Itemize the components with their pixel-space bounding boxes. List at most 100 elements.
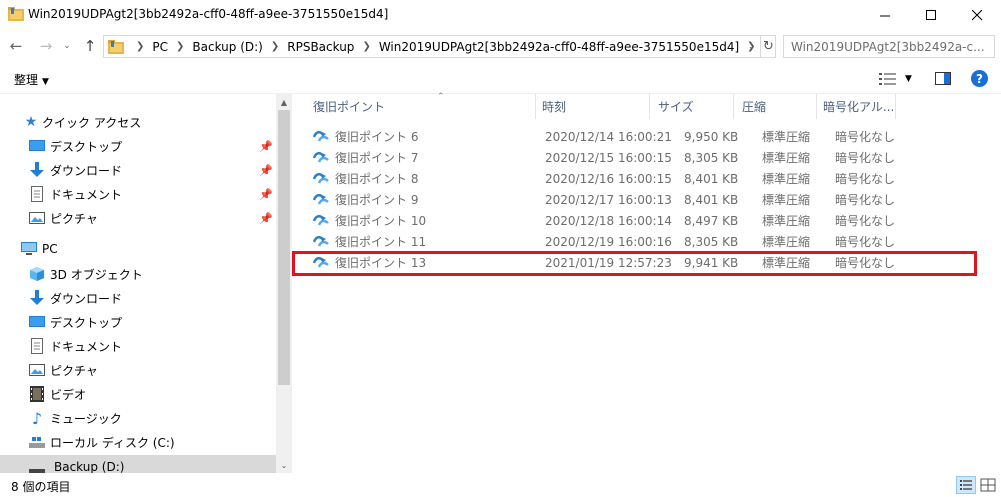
details-view-icon [879,73,896,85]
nav-label: Backup (D:) [54,460,125,473]
recovery-point-icon [313,215,329,226]
pictures-icon [29,212,45,224]
arrow-left-icon: ← [9,37,23,55]
close-button[interactable] [954,0,1000,30]
row-time: 2020/12/17 16:00:13 [545,192,672,207]
breadcrumb-backup-drive[interactable]: Backup (D:) [192,40,262,54]
column-divider[interactable] [816,94,817,119]
forward-button[interactable]: → [36,36,56,56]
details-view-button[interactable] [956,476,976,494]
nav-pc-pictures[interactable]: ピクチャ [0,358,276,382]
chevron-right-icon[interactable]: ❯ [362,41,370,52]
address-bar[interactable]: ❯ PC ❯ Backup (D:) ❯ RPSBackup ❯ Win2019… [103,35,776,58]
nav-qa-downloads[interactable]: ダウンロード 📌 [0,158,276,182]
large-icons-view-button[interactable] [978,476,998,494]
recovery-point-icon [313,194,329,205]
nav-qa-pictures[interactable]: ピクチャ 📌 [0,206,276,230]
column-size-label: サイズ [658,100,694,114]
column-divider[interactable] [733,94,734,119]
drive-icon [29,437,45,448]
table-row[interactable]: 復旧ポイント 11 2020/12/19 16:00:16 8,305 KB 標… [292,231,1001,252]
nav-pc-backup-d[interactable]: Backup (D:) [0,455,276,473]
pin-icon[interactable]: 📌 [259,212,273,225]
table-row[interactable]: 復旧ポイント 9 2020/12/17 16:00:13 8,401 KB 標準… [292,189,1001,210]
chevron-right-icon[interactable]: ❯ [176,41,184,52]
recent-locations-button[interactable]: ⌄ [60,36,74,56]
row-compression: 標準圧縮 [762,235,811,249]
column-divider[interactable] [649,94,650,119]
recovery-point-icon [313,173,329,184]
nav-label: PC [42,242,58,256]
back-button[interactable]: ← [6,36,26,56]
nav-label: デスクトップ [50,315,123,330]
column-header-compression[interactable]: 圧縮 [742,94,816,119]
refresh-button[interactable]: ↻ [760,36,776,57]
nav-scrollbar-thumb[interactable] [278,110,290,385]
pin-icon[interactable]: 📌 [259,164,273,177]
chevron-right-icon[interactable]: ❯ [271,41,279,52]
nav-quick-access[interactable]: ★ クイック アクセス [0,110,276,134]
table-row[interactable]: 復旧ポイント 6 2020/12/14 16:00:21 9,950 KB 標準… [292,126,1001,147]
breadcrumb-current-folder[interactable]: Win2019UDPAgt2[3bb2492a-cff0-48ff-a9ee-3… [379,40,739,54]
window-title: Win2019UDPAgt2[3bb2492a-cff0-48ff-a9ee-3… [28,7,389,21]
command-bar: 整理 ▼ ▼ ? [0,62,1001,94]
column-divider[interactable] [535,94,536,119]
column-header-name[interactable]: 復旧ポイント ⌃ [313,92,535,119]
caret-down-icon: ▼ [42,77,49,87]
breadcrumb-pc[interactable]: PC [152,40,168,54]
nav-label: ビデオ [50,387,87,402]
nav-pc-desktop[interactable]: デスクトップ [0,310,276,334]
address-row: ← → ⌄ ↑ ❯ PC ❯ Backup (D:) ❯ RPSBackup ❯… [0,30,1001,62]
column-divider[interactable] [895,94,896,119]
computer-icon [21,242,37,255]
download-icon [30,162,44,177]
column-header-size[interactable]: サイズ [658,94,733,119]
nav-pc-music[interactable]: ♪ ミュージック [0,406,276,430]
nav-qa-documents[interactable]: ドキュメント 📌 [0,182,276,206]
breadcrumb: ❯ PC ❯ Backup (D:) ❯ RPSBackup ❯ Win2019… [128,36,764,57]
breadcrumb-rpsbackup[interactable]: RPSBackup [287,40,354,54]
minimize-button[interactable] [862,0,908,30]
nav-pc-3d-objects[interactable]: 3D オブジェクト [0,262,276,286]
document-icon [31,338,43,354]
nav-label: ドキュメント [50,187,123,202]
organize-button[interactable]: 整理 ▼ [14,71,49,88]
folder-icon [108,40,124,54]
table-row[interactable]: 復旧ポイント 7 2020/12/15 16:00:15 8,305 KB 標準… [292,147,1001,168]
help-icon[interactable]: ? [971,70,988,87]
address-dropdown-button[interactable]: ⌄ [742,36,760,57]
nav-pc[interactable]: PC [0,237,276,261]
view-options-button[interactable]: ▼ [879,71,919,87]
nav-pc-videos[interactable]: ビデオ [0,382,276,406]
column-header-time[interactable]: 時刻 [542,94,649,119]
pin-icon[interactable]: 📌 [259,140,273,153]
scroll-down-icon[interactable]: ⌄ [276,457,292,473]
row-size: 8,401 KB [684,171,739,186]
table-row[interactable]: 復旧ポイント 8 2020/12/16 16:00:15 8,401 KB 標準… [292,168,1001,189]
row-encryption: 暗号化なし [835,193,896,207]
preview-pane-icon[interactable] [935,72,951,85]
row-time: 2020/12/14 16:00:21 [545,129,672,144]
nav-pc-documents[interactable]: ドキュメント [0,334,276,358]
large-icons-view-icon [980,478,996,492]
nav-label: ピクチャ [50,363,98,378]
column-header-encryption[interactable]: 暗号化アル... [823,94,895,119]
row-size: 9,950 KB [684,129,739,144]
nav-label: デスクトップ [50,139,123,154]
scroll-up-icon[interactable]: ▲ [276,94,292,110]
up-button[interactable]: ↑ [80,36,100,56]
row-name: 復旧ポイント 7 [335,151,419,165]
row-encryption: 暗号化なし [835,130,896,144]
nav-pc-downloads[interactable]: ダウンロード [0,286,276,310]
nav-qa-desktop[interactable]: デスクトップ 📌 [0,134,276,158]
caret-down-icon: ▼ [905,74,912,84]
maximize-button[interactable] [908,0,954,30]
search-input[interactable]: Win2019UDPAgt2[3bb2492a-c... [783,35,995,58]
nav-pc-local-disk-c[interactable]: ローカル ディスク (C:) [0,430,276,454]
table-row[interactable]: 復旧ポイント 10 2020/12/18 16:00:14 8,497 KB 標… [292,210,1001,231]
pin-icon[interactable]: 📌 [259,188,273,201]
row-size: 8,305 KB [684,234,739,249]
row-time: 2020/12/16 16:00:15 [545,171,672,186]
row-time: 2020/12/19 16:00:16 [545,234,672,249]
chevron-right-icon: ❯ [136,41,145,52]
